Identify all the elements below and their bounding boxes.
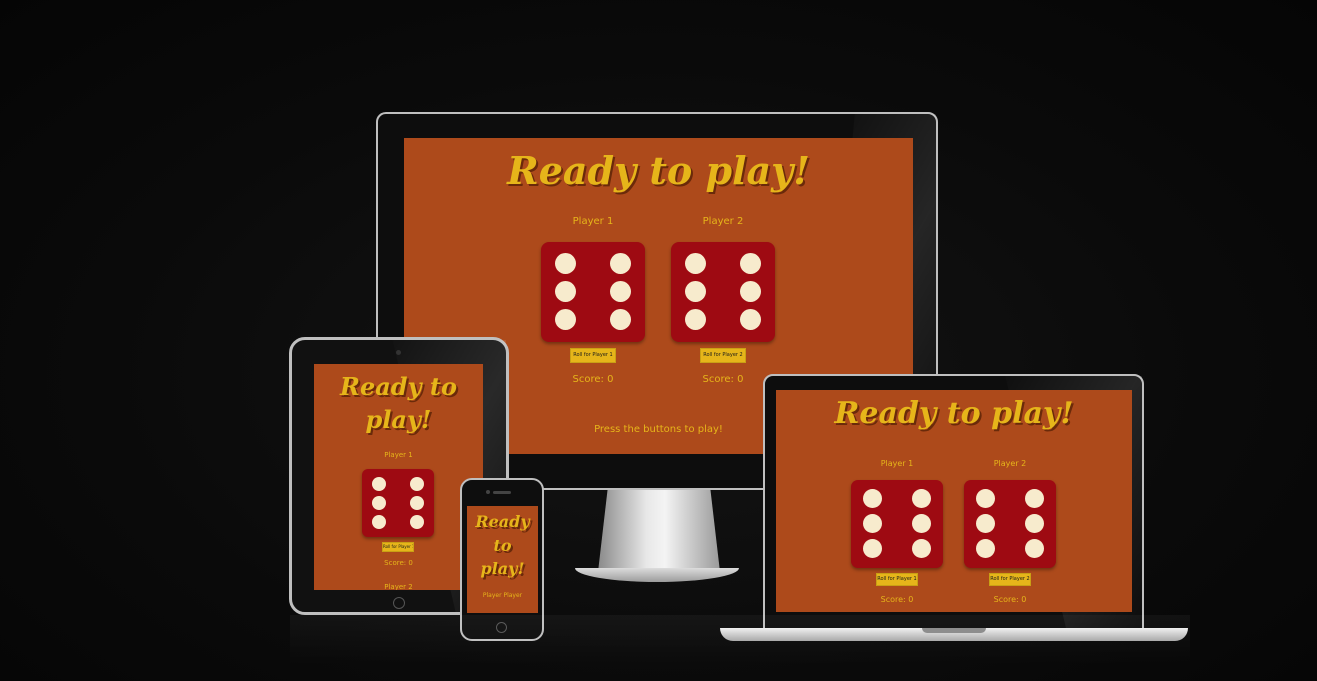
tablet-dice-player1 (362, 469, 434, 537)
laptop-screen: Ready to play! Player 1 Player 2 Roll fo… (776, 390, 1132, 612)
laptop-score-player2: Score: 0 (993, 595, 1027, 604)
tablet-camera (396, 350, 401, 355)
tablet-screen: Ready to play! Player 1 Roll for Player … (314, 364, 483, 590)
score-player2: Score: 0 (702, 374, 744, 385)
floor-reflection (290, 615, 1190, 665)
tablet-player2-label: Player 2 (384, 583, 413, 590)
phone-camera (486, 490, 490, 494)
monitor-stand (598, 488, 720, 572)
laptop-roll-player2-button[interactable]: Roll for Player 2 (989, 573, 1031, 586)
laptop-roll-player1-button[interactable]: Roll for Player 1 (876, 573, 918, 586)
page-title: Ready to play! (507, 148, 810, 193)
dice-player1 (541, 242, 645, 342)
laptop-page-title: Ready to play! (834, 396, 1074, 431)
roll-player1-button[interactable]: Roll for Player 1 (570, 348, 616, 363)
laptop-dice-player1 (851, 480, 943, 568)
tablet-score-player1: Score: 0 (384, 559, 413, 567)
laptop-dice-player2 (964, 480, 1056, 568)
player2-label: Player 2 (702, 216, 744, 227)
phone-title-line1: Ready (475, 512, 530, 531)
tablet-roll-player1-button[interactable]: Roll for Player 1 (382, 542, 414, 552)
tablet-player1-label: Player 1 (384, 451, 413, 459)
dice-player2 (671, 242, 775, 342)
phone-screen: Ready to play! Player Player (467, 506, 538, 613)
phone-title-line3: play! (480, 559, 525, 578)
laptop-player2-label: Player 2 (993, 459, 1027, 468)
laptop-score-player1: Score: 0 (880, 595, 914, 604)
monitor-base (575, 568, 739, 582)
score-player1: Score: 0 (572, 374, 614, 385)
player1-label: Player 1 (572, 216, 614, 227)
tablet-title-line1: Ready to (340, 372, 457, 401)
laptop-player1-label: Player 1 (880, 459, 914, 468)
tablet-home-button[interactable] (393, 597, 405, 609)
phone-speaker (493, 491, 511, 494)
phone-title-line2: to (493, 536, 512, 555)
roll-player2-button[interactable]: Roll for Player 2 (700, 348, 746, 363)
tablet-title-line2: play! (365, 405, 432, 434)
phone-player-labels: Player Player (482, 592, 523, 599)
